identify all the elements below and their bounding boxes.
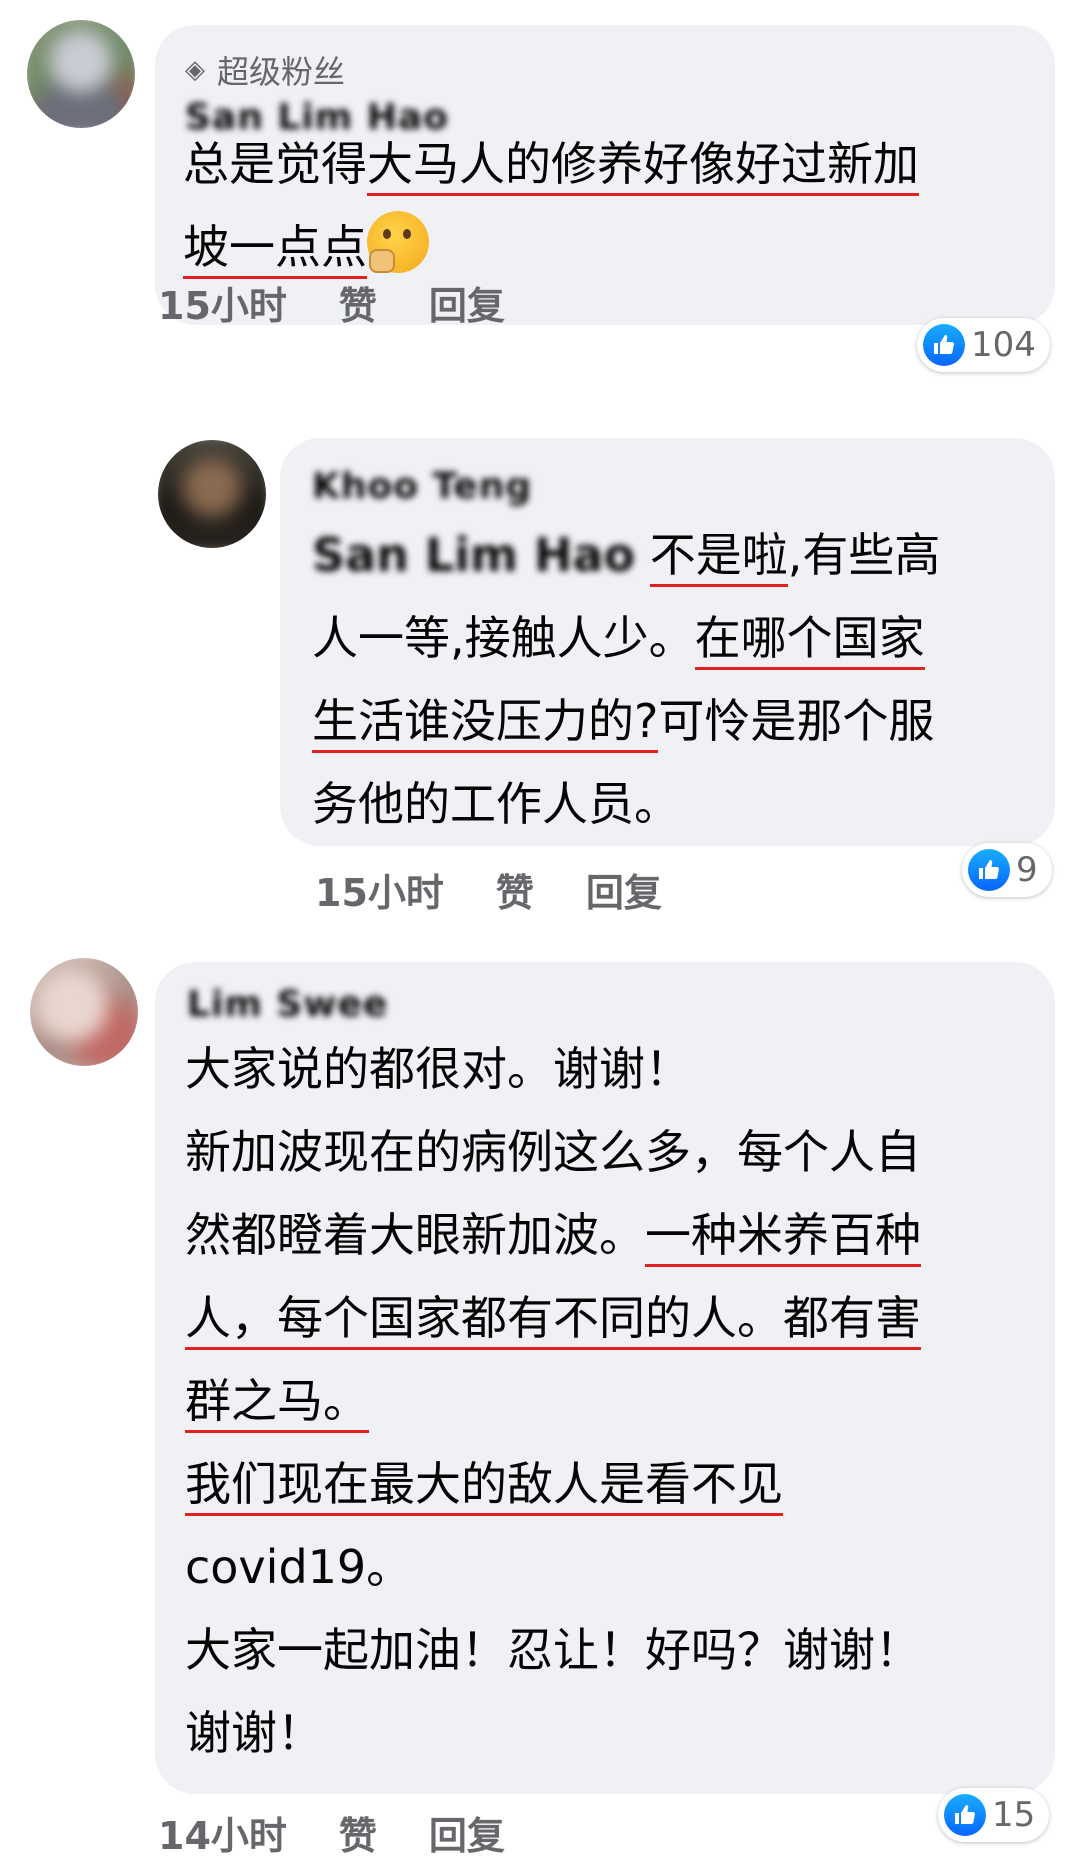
badge-label: 超级粉丝 [217,53,346,91]
thumbs-up-icon [944,1794,986,1836]
comment-text: 总是觉得大马人的修养好像好过新加 坡一点点 [183,123,919,289]
comment-actions: 14小时 赞 回复 [158,1805,557,1860]
comment-author[interactable]: Khoo Teng [312,466,532,507]
comment-time[interactable]: 15小时 [315,862,444,917]
like-button[interactable]: 赞 [496,862,534,917]
reaction-count[interactable]: 104 [917,318,1050,372]
underlined-text: 人，每个国家都有不同的人。都有害 [185,1291,921,1350]
comment-author[interactable]: Lim Swee [187,984,388,1025]
comment-time[interactable]: 14小时 [158,1805,287,1860]
underlined-text: 我们现在最大的敌人是看不见 [185,1457,783,1516]
avatar[interactable] [158,440,266,548]
avatar[interactable] [30,958,138,1066]
underlined-text: 在哪个国家 [694,611,925,670]
reaction-count[interactable]: 15 [938,1788,1050,1842]
thumbs-up-icon [923,324,965,366]
underlined-text: 坡一点点 [183,220,367,279]
thinking-face-icon [367,211,429,273]
underlined-text: 大马人的修养好像好过新加 [367,137,919,196]
comment-time[interactable]: 15小时 [158,275,287,330]
top-fan-badge: ◈ 超级粉丝 [185,47,345,93]
comment-text: 大家说的都很对。谢谢！ 新加波现在的病例这么多，每个人自 然都瞪着大眼新加波。一… [185,1042,921,1760]
reaction-count-text: 104 [971,325,1036,365]
underlined-text: 不是啦 [649,528,788,587]
like-button[interactable]: 赞 [339,275,377,330]
like-button[interactable]: 赞 [339,1805,377,1860]
reaction-count-text: 9 [1016,850,1038,890]
mention-link[interactable]: San Lim Hao [312,528,635,582]
reply-button[interactable]: 回复 [429,275,505,330]
reply-button[interactable]: 回复 [586,862,662,917]
reaction-count-text: 15 [992,1795,1036,1835]
comment-bubble: Lim Swee 大家说的都很对。谢谢！ 新加波现在的病例这么多，每个人自 然都… [155,962,1055,1794]
comment-bubble: Khoo Teng San Lim Hao 不是啦,有些高 人一等,接触人少。在… [280,438,1055,846]
avatar[interactable] [27,20,135,128]
reaction-count[interactable]: 9 [962,843,1052,897]
reply-button[interactable]: 回复 [429,1805,505,1860]
comment-actions: 15小时 赞 回复 [158,275,557,330]
underlined-text: 生活谁没压力的? [312,694,659,753]
comment-text: San Lim Hao 不是啦,有些高 人一等,接触人少。在哪个国家 生活谁没压… [312,528,941,831]
diamond-icon: ◈ [185,55,205,85]
underlined-text: 一种米养百种 [645,1208,921,1267]
underlined-text: 群之马。 [185,1374,369,1433]
comment-actions: 15小时 赞 回复 [315,862,714,917]
thumbs-up-icon [968,849,1010,891]
